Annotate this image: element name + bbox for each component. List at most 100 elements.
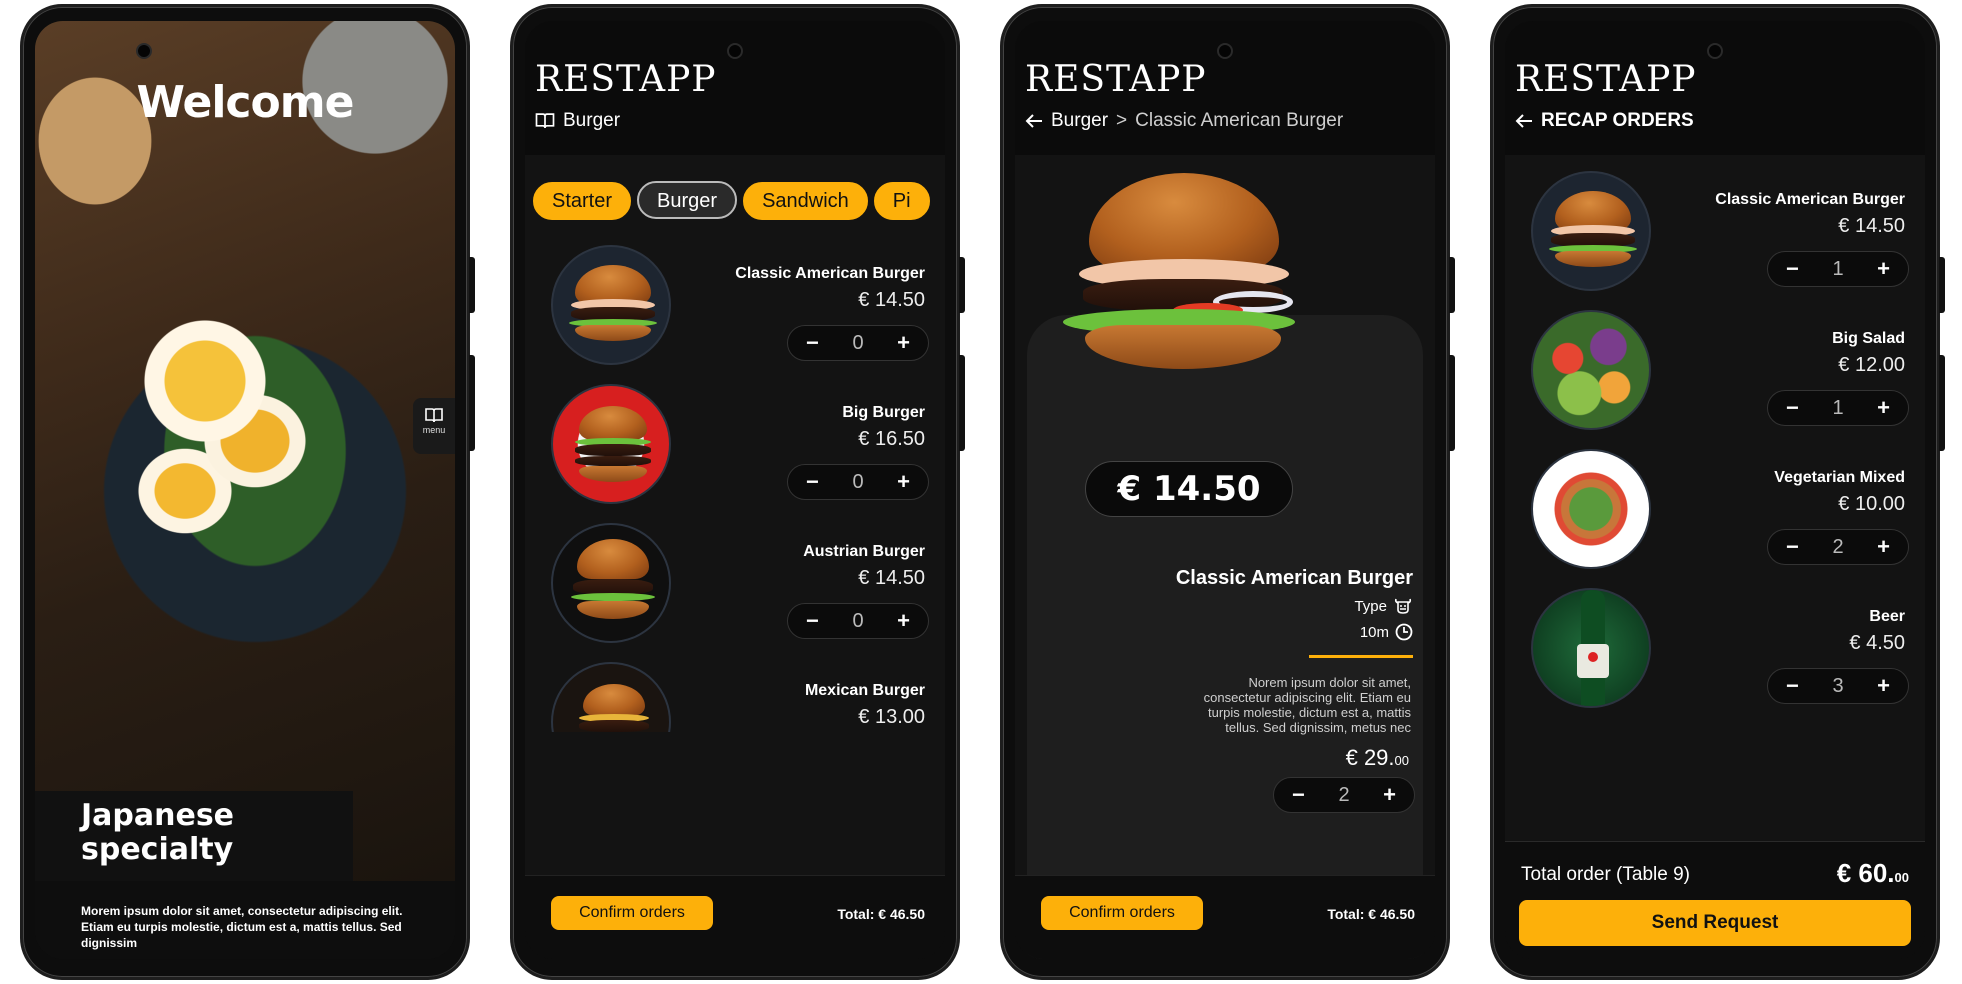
quantity-value: 0 [852,609,864,632]
app-header: RESTAPP RECAP ORDERS [1505,21,1925,155]
item-thumbnail [551,523,671,643]
tab-starter[interactable]: Starter [533,182,632,220]
minus-icon[interactable]: − [1786,256,1799,282]
divider [1309,655,1413,658]
confirm-orders-button[interactable]: Confirm orders [551,896,713,930]
welcome-screen: Welcome menu Japanese specialty Morem ip… [35,21,455,959]
menu-button[interactable]: menu [413,398,455,454]
item-thumbnail [1531,588,1651,708]
quantity-stepper: − 1 + [1767,251,1909,287]
quantity-value: 2 [1338,783,1350,806]
item-name: Beer [1869,608,1905,625]
side-button [1449,355,1455,451]
item-thumbnail [1531,449,1651,569]
phone-item-detail: RESTAPP Burger > Classic American Burger… [1000,4,1455,980]
send-request-button[interactable]: Send Request [1519,900,1911,946]
book-icon [413,404,455,425]
list-item[interactable]: Mexican Burger € 13.00 − 0 + [525,662,945,732]
quantity-stepper: − 0 + [787,603,929,639]
plus-icon[interactable]: + [1877,395,1890,421]
plus-icon[interactable]: + [897,330,910,356]
minus-icon[interactable]: − [1786,395,1799,421]
tab-pizza[interactable]: Pi [873,182,930,220]
item-thumbnail [1531,171,1651,291]
item-name: Vegetarian Mixed [1774,469,1905,486]
quantity-value: 3 [1832,674,1844,697]
item-description: Norem ipsum dolor sit amet, consectetur … [1203,675,1411,735]
item-name: Classic American Burger [1715,191,1905,208]
breadcrumb-parent[interactable]: Burger [1051,110,1108,132]
quantity-value: 0 [852,331,864,354]
breadcrumb: RECAP ORDERS [1515,110,1925,132]
minus-icon[interactable]: − [806,469,819,495]
total-cents: 00 [1894,870,1909,885]
item-type: Type [1354,597,1413,615]
welcome-title: Welcome [136,77,355,128]
minus-icon[interactable]: − [806,608,819,634]
minus-icon[interactable]: − [1292,782,1305,808]
plus-icon[interactable]: + [1877,673,1890,699]
menu-label: menu [422,425,446,435]
tab-burger[interactable]: Burger [637,181,738,219]
order-footer: Confirm orders Total: € 46.50 [1015,875,1435,959]
minus-icon[interactable]: − [1786,534,1799,560]
page-title: RECAP ORDERS [1541,110,1694,131]
item-price: € 14.50 [858,289,925,311]
plus-icon[interactable]: + [1877,534,1890,560]
minus-icon[interactable]: − [806,330,819,356]
total-order-label: Total order (Table 9) [1521,864,1690,885]
brand-logo: RESTAPP [1025,59,1207,100]
quantity-stepper: − 1 + [1767,390,1909,426]
item-price: € 10.00 [1838,493,1905,515]
recap-screen: RESTAPP RECAP ORDERS Classic American Bu… [1505,21,1925,959]
front-camera [1707,43,1723,59]
quantity-stepper: − 0 + [787,464,929,500]
quantity-stepper: − 3 + [1767,668,1909,704]
specialty-title: Japanese specialty [35,791,353,881]
front-camera [1217,43,1233,59]
item-price: € 14.50 [1838,215,1905,237]
arrow-left-icon[interactable] [1025,110,1043,132]
time-value: 10m [1359,623,1389,641]
arrow-left-icon[interactable] [1515,110,1533,132]
item-name: Big Burger [842,404,925,421]
menu-body: Starter Burger Sandwich Pi Classic American… [525,155,945,959]
detail-body: € 14.50 Classic American Burger Type 10m… [1015,155,1435,959]
plus-icon[interactable]: + [1383,782,1396,808]
line-total-cents: 00 [1394,753,1409,768]
breadcrumb: Burger > Classic American Burger [1025,110,1435,132]
phone-menu-list: RESTAPP Burger Starter Burger Sandwich Pi C… [510,4,965,980]
item-thumbnail [551,384,671,504]
item-name: Mexican Burger [804,682,925,699]
side-button [959,355,965,451]
total-order-value: € 60.00 [1837,858,1909,889]
breadcrumb-current: Classic American Burger [1135,110,1344,131]
quantity-value: 2 [1832,535,1844,558]
item-price: € 4.50 [1849,632,1905,654]
breadcrumb-current: Burger [563,110,621,131]
detail-screen: RESTAPP Burger > Classic American Burger… [1015,21,1435,959]
plus-icon[interactable]: + [897,469,910,495]
phone-welcome: Welcome menu Japanese specialty Morem ip… [20,4,475,980]
item-price: € 16.50 [858,428,925,450]
side-button [469,257,475,313]
tab-sandwich[interactable]: Sandwich [743,182,868,220]
minus-icon[interactable]: − [1786,673,1799,699]
confirm-orders-button[interactable]: Confirm orders [1041,896,1203,930]
line-total-main: € 29. [1345,745,1395,770]
specialty-description: Morem ipsum dolor sit amet, consectetur … [35,881,455,959]
side-button [1449,257,1455,313]
plus-icon[interactable]: + [1877,256,1890,282]
menu-screen: RESTAPP Burger Starter Burger Sandwich Pi C… [525,21,945,959]
side-button [959,257,965,313]
plus-icon[interactable]: + [897,608,910,634]
order-total: Total: € 46.50 [837,906,925,922]
item-prep-time: 10m [1360,623,1413,641]
app-header: RESTAPP Burger > Classic American Burger [1015,21,1435,155]
front-camera [727,43,743,59]
item-name: Classic American Burger [735,265,925,282]
quantity-stepper: − 0 + [787,325,929,361]
cow-icon [1393,597,1413,615]
breadcrumb-separator: > [1116,110,1128,131]
item-thumbnail [1531,310,1651,430]
